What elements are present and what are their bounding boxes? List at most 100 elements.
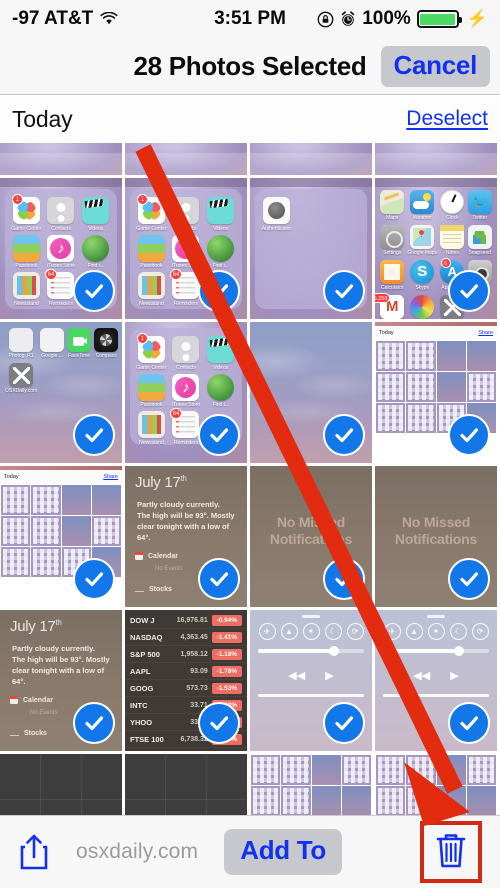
photo-thumbnail[interactable]: Authenticator	[250, 178, 375, 322]
stock-name: S&P 500	[130, 649, 160, 659]
selection-checkmark[interactable]	[448, 702, 490, 744]
selection-checkmark[interactable]	[323, 270, 365, 312]
photo-thumbnail[interactable]: No Missed Notifications	[375, 466, 500, 610]
mini-thumb	[466, 786, 496, 815]
app-icon-tile: 1 Game Center	[11, 194, 42, 232]
selection-checkmark[interactable]	[73, 270, 115, 312]
stock-name: NASDAQ	[130, 632, 163, 642]
stock-value: 33.71	[190, 701, 208, 709]
photo-thumbnail[interactable]	[375, 754, 500, 815]
photo-thumbnail[interactable]: ✈ ▲ ✶ ☾ ⟳ ◀◀ ▶	[250, 610, 375, 754]
photo-thumbnail[interactable]: 1 Game Center Contacts Videos Passbook ♪…	[0, 178, 125, 322]
app-label: Settings	[383, 250, 402, 256]
app-label: Reminders	[173, 300, 199, 307]
calendar-icon	[135, 552, 143, 560]
wifi-icon	[100, 12, 118, 26]
share-button[interactable]	[18, 833, 50, 871]
photo-thumbnail[interactable]: Maps Weather Clock Twitter Settings Goog…	[375, 178, 500, 322]
selection-checkmark[interactable]	[198, 414, 240, 456]
selection-checkmark[interactable]	[448, 558, 490, 600]
app-icon-tile: Contacts	[46, 197, 77, 232]
watermark-text: osxdaily.com	[76, 840, 199, 863]
grabber-handle	[302, 615, 320, 618]
photo-thumbnail[interactable]	[250, 322, 375, 466]
deselect-button[interactable]: Deselect	[406, 107, 488, 131]
selection-checkmark[interactable]	[448, 414, 490, 456]
selection-checkmark[interactable]	[198, 558, 240, 600]
selection-checkmark[interactable]	[73, 414, 115, 456]
app-icon-tile: Passbook	[11, 234, 42, 269]
selection-checkmark[interactable]	[323, 414, 365, 456]
photo-thumbnail[interactable]	[250, 143, 375, 178]
mini-thumb	[406, 403, 436, 433]
lightning-bolt-icon: ⚡	[466, 9, 488, 28]
add-to-button[interactable]: Add To	[224, 829, 343, 875]
selection-checkmark[interactable]	[73, 558, 115, 600]
photo-thumbnail[interactable]: ✈ ▲ ✶ ☾ ⟳ ◀◀ ▶	[375, 610, 500, 754]
app-icon-tile	[407, 295, 437, 319]
photo-thumbnail[interactable]: Today Share	[375, 322, 500, 466]
app-label: Reminders	[173, 439, 199, 446]
photo-thumbnail[interactable]	[125, 143, 250, 178]
stock-name: GOOG	[130, 683, 154, 693]
app-label: Maps	[386, 215, 399, 221]
photo-thumbnail[interactable]: Today Share	[0, 466, 125, 610]
photo-thumbnail[interactable]	[250, 754, 375, 815]
app-icon-tile: Passbook	[136, 234, 167, 269]
selection-checkmark[interactable]	[198, 270, 240, 312]
snapseed-icon	[467, 225, 492, 249]
photo-thumbnail[interactable]	[0, 143, 125, 178]
app-label: Contacts	[176, 364, 196, 371]
app-label: Notes	[445, 250, 459, 256]
stock-name: AAPL	[130, 666, 151, 676]
photo-thumbnail[interactable]: 1 Game Center Contacts Videos Passbook ♪…	[125, 178, 250, 322]
mini-thumb	[61, 516, 91, 546]
app-icon-tile: Contacts	[171, 197, 202, 232]
delete-button-highlight[interactable]	[420, 821, 482, 883]
app-icon-tile: Snapseed	[467, 225, 492, 256]
mini-thumb	[406, 341, 436, 371]
photo-grid-scroll-area[interactable]: 1 Game Center Contacts Videos Passbook ♪…	[0, 143, 500, 815]
cancel-button[interactable]: Cancel	[380, 46, 490, 87]
photo-thumbnail[interactable]: DOW J 16,976.81 -0.94% NASDAQ 4,363.45 -1.41…	[125, 610, 250, 754]
selection-checkmark[interactable]	[323, 702, 365, 744]
photo-thumbnail[interactable]	[0, 754, 125, 815]
status-bar-left: -97 AT&T	[12, 8, 118, 30]
stocks-icon	[10, 732, 19, 736]
nc-date: July 17th	[125, 466, 247, 491]
app-icon-tile: Photog. R1	[5, 328, 37, 359]
app-icon-tile: Google Maps	[407, 225, 437, 256]
photo-thumbnail[interactable]: Photog. R1 Google ... FaceTime Compass O…	[0, 322, 125, 466]
photo-thumbnail[interactable]: July 17th Partly cloudy currently. The h…	[125, 466, 250, 610]
google-maps-icon	[410, 225, 435, 249]
nc-date-suffix: th	[55, 618, 62, 627]
notes-icon	[440, 225, 465, 249]
mini-thumb	[436, 341, 466, 371]
photo-thumbnail[interactable]: July 17th Partly cloudy currently. The h…	[0, 610, 125, 754]
photo-thumbnail[interactable]	[125, 754, 250, 815]
mini-thumb	[406, 372, 436, 402]
rotation-lock-icon: ⟳	[346, 623, 364, 640]
photo-thumbnail[interactable]	[375, 143, 500, 178]
compass-icon	[94, 328, 119, 352]
no-missed-notifications-text: No Missed Notifications	[269, 513, 353, 547]
stock-name: YHOO	[130, 717, 153, 727]
selection-checkmark[interactable]	[73, 702, 115, 744]
stock-change: -1.18%	[211, 648, 242, 660]
page-title: 28 Photos Selected	[133, 50, 367, 81]
trash-icon[interactable]	[434, 830, 468, 875]
app-label: Videos	[213, 364, 229, 371]
battery-percent-label: 100%	[362, 8, 411, 29]
app-icon-tile: Authenticator	[261, 197, 292, 232]
app-icon-tile: 64 Reminders	[169, 269, 202, 307]
selection-checkmark[interactable]	[198, 702, 240, 744]
app-label: Newsstand	[138, 439, 164, 446]
authenticator-icon	[262, 197, 290, 224]
selection-checkmark[interactable]	[323, 558, 365, 600]
photo-thumbnail[interactable]: 1 Game Center Contacts Videos Passbook ♪…	[125, 322, 250, 466]
photo-thumbnail[interactable]: No Missed Notifications	[250, 466, 375, 610]
app-label: Reminders	[48, 300, 74, 307]
stock-name: INTC	[130, 700, 148, 710]
selection-checkmark[interactable]	[448, 270, 490, 312]
stock-value: 573.73	[186, 684, 208, 692]
